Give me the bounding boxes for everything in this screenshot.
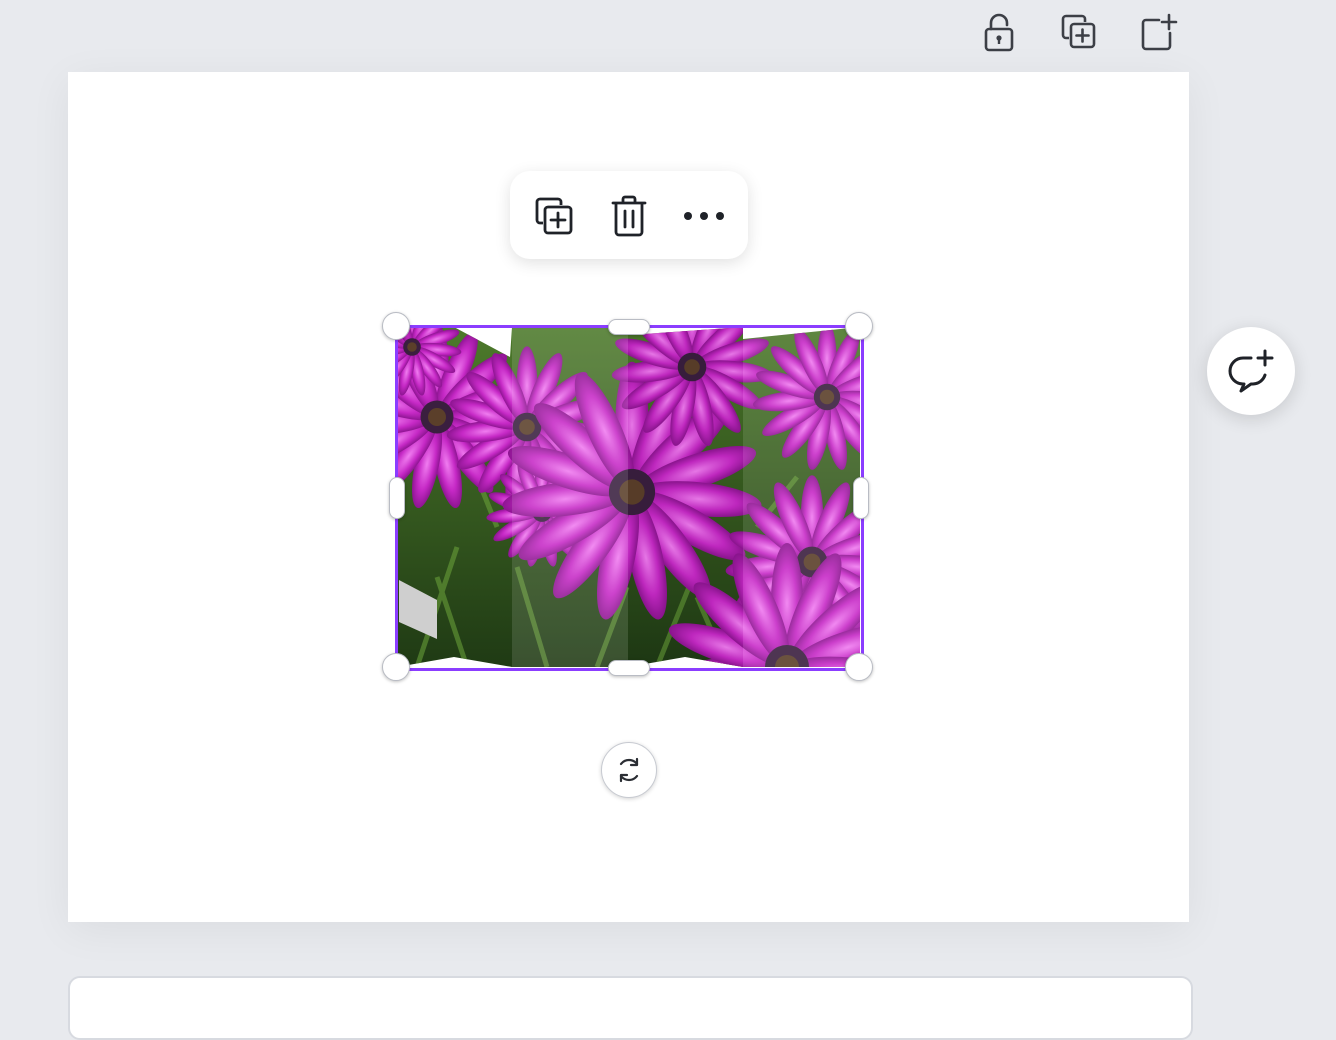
- resize-handle-bottom-right[interactable]: [845, 653, 873, 681]
- resize-handle-right[interactable]: [853, 477, 869, 519]
- duplicate-page-button[interactable]: [1055, 8, 1103, 56]
- rotate-icon: [619, 757, 639, 783]
- resize-handle-top[interactable]: [608, 319, 650, 335]
- next-page[interactable]: [68, 976, 1193, 1040]
- trash-icon: [611, 195, 647, 237]
- add-page-icon: [1141, 13, 1178, 51]
- element-context-toolbar: [510, 171, 748, 259]
- duplicate-element-button[interactable]: [529, 191, 579, 241]
- more-options-icon: [684, 212, 724, 220]
- add-page-button[interactable]: [1135, 8, 1183, 56]
- lock-open-icon: [984, 13, 1014, 52]
- duplicate-page-icon: [1061, 14, 1096, 49]
- resize-handle-bottom[interactable]: [608, 660, 650, 676]
- rotate-button[interactable]: [601, 742, 657, 798]
- purple-daisies-folded-map-image: [397, 327, 860, 667]
- lock-page-button[interactable]: [975, 8, 1023, 56]
- resize-handle-left[interactable]: [389, 477, 405, 519]
- delete-element-button[interactable]: [604, 191, 654, 241]
- resize-handle-bottom-left[interactable]: [382, 653, 410, 681]
- more-options-button[interactable]: [679, 191, 729, 241]
- add-comment-icon: [1228, 349, 1274, 393]
- selected-image-element[interactable]: [382, 312, 873, 681]
- page-toolbar: [975, 8, 1185, 56]
- resize-handle-top-left[interactable]: [382, 312, 410, 340]
- duplicate-icon: [535, 197, 573, 235]
- add-comment-button[interactable]: [1207, 327, 1295, 415]
- resize-handle-top-right[interactable]: [845, 312, 873, 340]
